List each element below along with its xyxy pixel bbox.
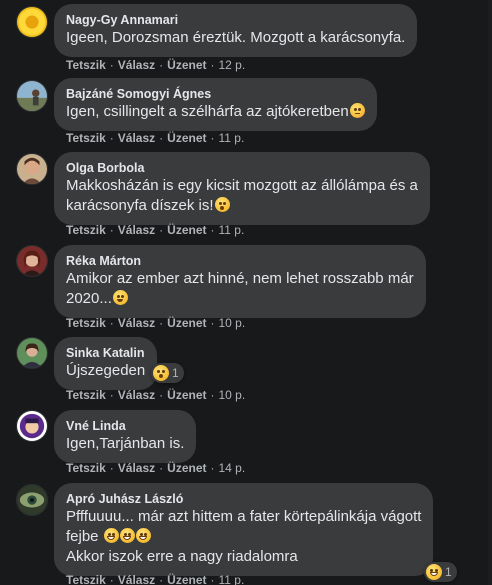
comment-text: Pfffuuuu... már azt hittem a fater körte…: [66, 508, 422, 565]
tears-of-joy-icon: [135, 528, 151, 543]
flushed-face-icon: [349, 103, 365, 118]
message-button[interactable]: Üzenet: [167, 316, 206, 330]
message-button[interactable]: Üzenet: [167, 388, 206, 402]
scrollbar-track[interactable]: [488, 0, 492, 585]
comment-text: Amikor az ember azt hinné, nem lehet ros…: [66, 270, 414, 307]
reply-button[interactable]: Válasz: [118, 131, 155, 145]
comment-time[interactable]: 11 p.: [219, 223, 245, 237]
comment-actions: Tetszik · Válasz · Üzenet · 11 p.: [66, 223, 245, 237]
message-button[interactable]: Üzenet: [167, 223, 206, 237]
reply-button[interactable]: Válasz: [118, 461, 155, 475]
woman-red-avatar[interactable]: [16, 245, 48, 277]
message-button[interactable]: Üzenet: [167, 573, 206, 585]
comment-author[interactable]: Réka Márton: [66, 253, 414, 269]
like-button[interactable]: Tetszik: [66, 223, 106, 237]
sunflower-avatar[interactable]: [16, 6, 48, 38]
like-button[interactable]: Tetszik: [66, 388, 106, 402]
like-button[interactable]: Tetszik: [66, 573, 106, 585]
cartoon-avatar[interactable]: [16, 410, 48, 442]
comment-time[interactable]: 12 p.: [219, 58, 246, 72]
like-button[interactable]: Tetszik: [66, 58, 106, 72]
comment-time[interactable]: 10 p.: [219, 316, 246, 330]
wow-reaction-icon: [153, 365, 169, 381]
comment-author[interactable]: Bajzáné Somogyi Ágnes: [66, 86, 365, 102]
comment-text: Igeen, Dorozsman éreztük. Mozgott a kará…: [66, 29, 406, 46]
comment-author[interactable]: Nagy-Gy Annamari: [66, 12, 405, 28]
comment-text: Újszegeden: [66, 362, 146, 379]
reaction-count-value: 1: [445, 565, 452, 579]
comment-bubble: Sinka Katalin Újszegeden: [54, 337, 158, 390]
like-button[interactable]: Tetszik: [66, 316, 106, 330]
woman-outdoor-avatar[interactable]: [16, 337, 48, 369]
landscape-avatar[interactable]: [16, 80, 48, 112]
reply-button[interactable]: Válasz: [118, 573, 155, 585]
haha-reaction-icon: [426, 564, 442, 580]
comment-actions: Tetszik · Válasz · Üzenet · 10 p.: [66, 316, 246, 330]
comment-text: Igen,Tarjánban is.: [66, 435, 185, 452]
eye-avatar[interactable]: [16, 484, 48, 516]
comment-actions: Tetszik · Válasz · Üzenet · 11 p.: [66, 573, 245, 585]
tears-of-joy-icon: [119, 528, 135, 543]
comment-author[interactable]: Apró Juhász László: [66, 491, 421, 507]
comment-thread: Nagy-Gy Annamari Igeen, Dorozsman éreztü…: [0, 0, 492, 585]
reply-button[interactable]: Válasz: [118, 223, 155, 237]
comment-text: Makkosházán is egy kicsit mozgott az áll…: [66, 177, 418, 214]
comment-time[interactable]: 11 p.: [219, 131, 245, 145]
woman-avatar[interactable]: [16, 153, 48, 185]
comment-author[interactable]: Vné Linda: [66, 418, 184, 434]
message-button[interactable]: Üzenet: [167, 461, 206, 475]
comment-bubble: Vné Linda Igen,Tarjánban is.: [54, 410, 197, 463]
reply-button[interactable]: Válasz: [118, 316, 155, 330]
astonished-face-icon: [214, 197, 230, 212]
reply-button[interactable]: Válasz: [118, 388, 155, 402]
reply-button[interactable]: Válasz: [118, 58, 155, 72]
like-button[interactable]: Tetszik: [66, 131, 106, 145]
comment-bubble: Réka Márton Amikor az ember azt hinné, n…: [54, 245, 426, 318]
comment-actions: Tetszik · Válasz · Üzenet · 14 p.: [66, 461, 246, 475]
comment-bubble: Olga Borbola Makkosházán is egy kicsit m…: [54, 152, 430, 225]
reaction-count[interactable]: 1: [424, 562, 457, 582]
reaction-count[interactable]: 1: [151, 363, 184, 383]
reaction-count-value: 1: [172, 366, 179, 380]
comment-actions: Tetszik · Válasz · Üzenet · 12 p.: [66, 58, 246, 72]
comment-bubble: Apró Juhász László Pfffuuuu... már azt h…: [54, 483, 434, 576]
comment-actions: Tetszik · Válasz · Üzenet · 11 p.: [66, 131, 245, 145]
like-button[interactable]: Tetszik: [66, 461, 106, 475]
comment-time[interactable]: 14 p.: [219, 461, 246, 475]
comment-time[interactable]: 10 p.: [219, 388, 246, 402]
comment-time[interactable]: 11 p.: [219, 573, 245, 585]
comment-author[interactable]: Sinka Katalin: [66, 345, 145, 361]
message-button[interactable]: Üzenet: [167, 58, 206, 72]
comment-bubble: Nagy-Gy Annamari Igeen, Dorozsman éreztü…: [54, 4, 418, 57]
message-button[interactable]: Üzenet: [167, 131, 206, 145]
comment-text: Igen, csillingelt a szélhárfa az ajtóker…: [66, 102, 365, 122]
comment-bubble: Bajzáné Somogyi Ágnes Igen, csillingelt …: [54, 78, 377, 131]
sweat-smile-icon: [112, 290, 128, 305]
comment-author[interactable]: Olga Borbola: [66, 160, 418, 176]
comment-actions: Tetszik · Válasz · Üzenet · 10 p.: [66, 388, 246, 402]
tears-of-joy-icon: [103, 528, 119, 543]
